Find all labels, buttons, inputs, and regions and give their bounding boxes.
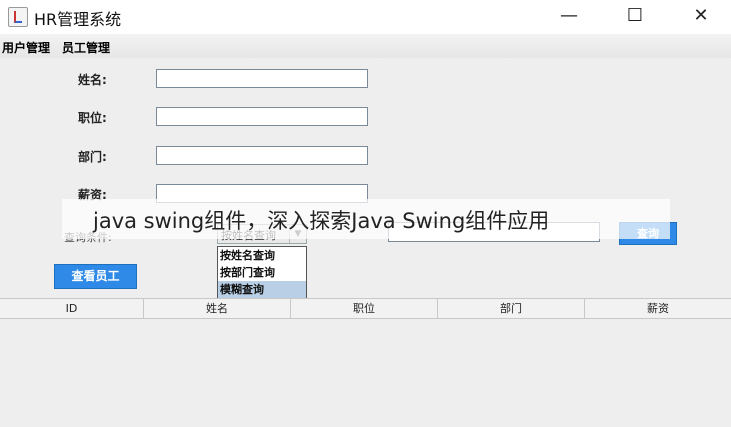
title-bar: HR管理系统 — ☐ ✕ bbox=[0, 0, 731, 34]
option-by-department[interactable]: 按部门查询 bbox=[218, 264, 306, 281]
query-type-dropdown: 按姓名查询 按部门查询 模糊查询 bbox=[217, 246, 307, 299]
maximize-button[interactable]: ☐ bbox=[612, 2, 658, 30]
name-label: 姓名: bbox=[78, 73, 107, 87]
option-fuzzy-search[interactable]: 模糊查询 bbox=[218, 281, 306, 298]
java-app-icon bbox=[8, 7, 28, 27]
column-header-id[interactable]: ID bbox=[0, 299, 144, 318]
view-employees-button[interactable]: 查看员工 bbox=[54, 264, 137, 289]
column-header-position[interactable]: 职位 bbox=[291, 299, 438, 318]
close-button[interactable]: ✕ bbox=[678, 2, 724, 30]
menu-user-management[interactable]: 用户管理 bbox=[2, 39, 50, 56]
employee-table-header: ID 姓名 职位 部门 薪资 bbox=[0, 298, 731, 319]
watermark-text: java swing组件，深入探索Java Swing组件应用 bbox=[93, 209, 550, 233]
position-label: 职位: bbox=[78, 111, 107, 125]
department-input[interactable] bbox=[156, 146, 368, 165]
column-header-salary[interactable]: 薪资 bbox=[585, 299, 731, 318]
main-panel: 姓名: 职位: 部门: 薪资: 查询条件: 按姓名查询 ▼ 按姓名查询 按部门查… bbox=[0, 58, 731, 427]
department-label: 部门: bbox=[78, 150, 107, 164]
position-input[interactable] bbox=[156, 107, 368, 126]
name-input[interactable] bbox=[156, 69, 368, 88]
menu-employee-management[interactable]: 员工管理 bbox=[62, 39, 110, 56]
option-by-name[interactable]: 按姓名查询 bbox=[218, 247, 306, 264]
employee-table-body[interactable] bbox=[0, 319, 731, 427]
column-header-department[interactable]: 部门 bbox=[438, 299, 585, 318]
column-header-name[interactable]: 姓名 bbox=[144, 299, 291, 318]
minimize-button[interactable]: — bbox=[546, 2, 592, 30]
menu-bar: 用户管理 员工管理 bbox=[0, 34, 731, 58]
window-title: HR管理系统 bbox=[34, 10, 122, 29]
